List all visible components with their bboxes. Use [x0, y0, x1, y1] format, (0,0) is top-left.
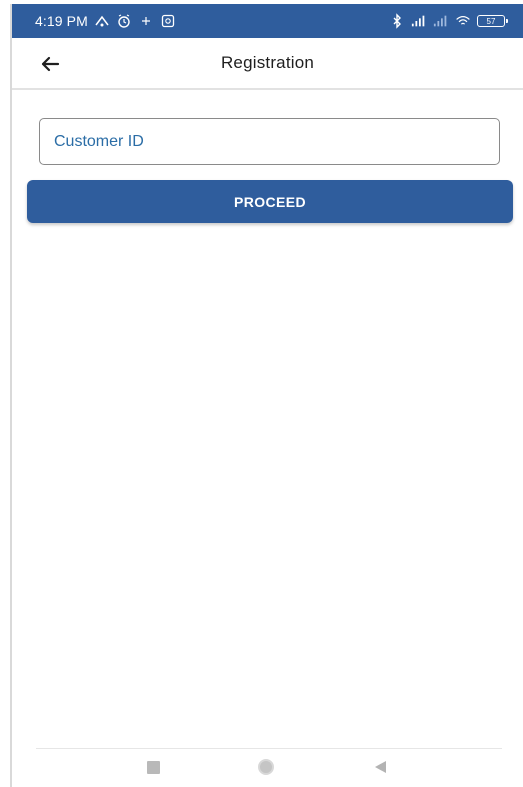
phone-screen: 4:19 PM 57 Registration Customer ID PROC… — [10, 4, 523, 787]
signal-icon — [411, 13, 427, 29]
customer-id-field[interactable] — [39, 118, 500, 165]
customer-id-input[interactable] — [40, 119, 499, 164]
dot-icon — [138, 13, 154, 29]
wifi-icon — [455, 13, 471, 29]
battery-icon: 57 — [477, 15, 508, 27]
status-left: 4:19 PM — [35, 13, 176, 29]
navigation-divider — [36, 748, 502, 749]
page-title: Registration — [220, 53, 315, 72]
alarm-icon — [116, 13, 132, 29]
proceed-button[interactable]: PROCEED — [27, 180, 513, 223]
bluetooth-icon — [389, 13, 405, 29]
status-time: 4:19 PM — [35, 13, 88, 29]
home-icon[interactable] — [258, 759, 274, 775]
back-icon[interactable] — [375, 761, 386, 773]
recent-apps-icon[interactable] — [147, 761, 160, 774]
status-bar: 4:19 PM 57 — [12, 4, 523, 38]
signal-icon — [433, 13, 449, 29]
app-bar: Registration — [12, 38, 523, 90]
notification-icon — [94, 13, 110, 29]
status-right: 57 — [389, 13, 508, 29]
photo-icon — [160, 13, 176, 29]
battery-level: 57 — [486, 16, 496, 26]
system-navigation-bar — [12, 750, 523, 787]
